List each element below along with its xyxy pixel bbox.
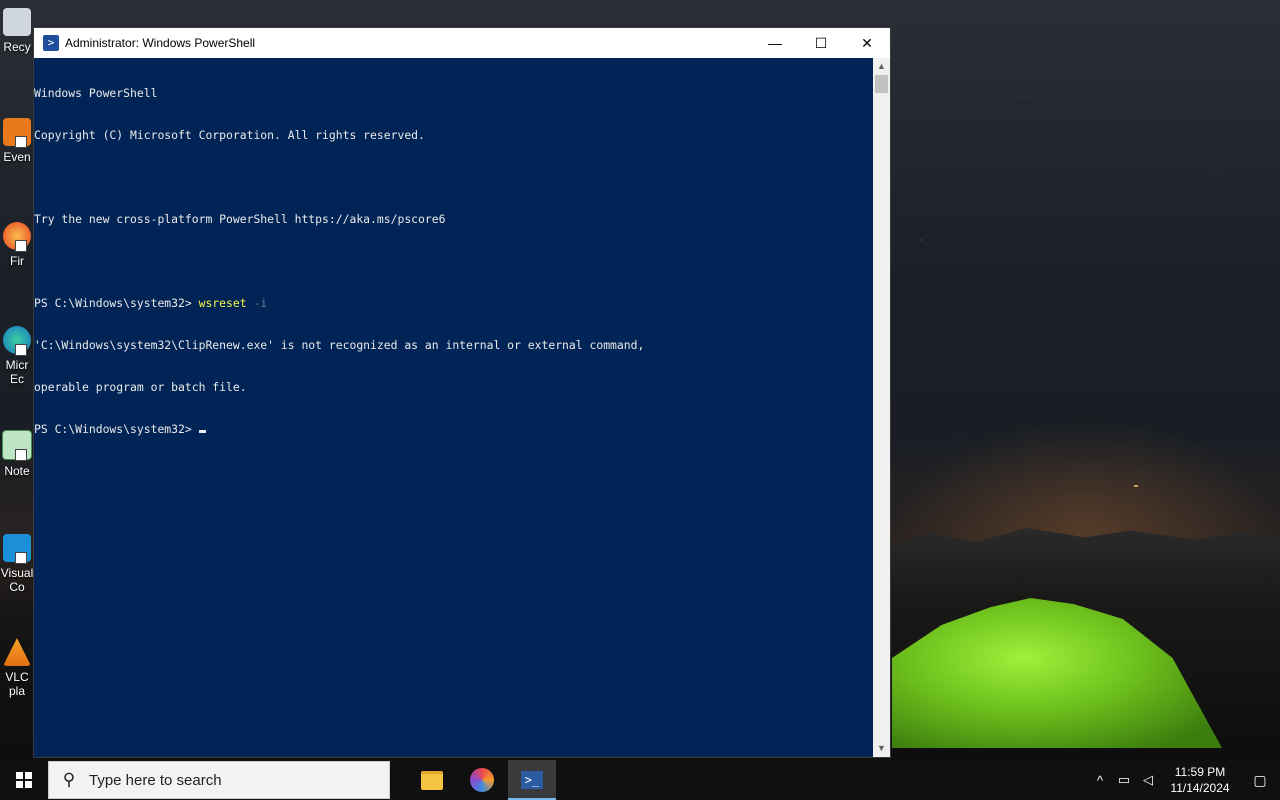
maximize-button[interactable]: ☐ <box>798 28 844 58</box>
wallpaper-meteor <box>1134 485 1138 487</box>
desktop-icon-recycle-bin[interactable]: Recy <box>0 8 34 54</box>
taskbar-copilot[interactable] <box>458 760 506 800</box>
event-shortcut-icon <box>3 118 31 148</box>
windows-logo-icon <box>16 772 32 788</box>
console-line: Try the new cross-platform PowerShell ht… <box>34 212 446 226</box>
scroll-down-arrow-icon[interactable]: ▼ <box>873 740 890 757</box>
start-button[interactable] <box>0 760 48 800</box>
desktop-icon-label: Micr Ec <box>5 358 29 386</box>
desktop-icon-label: Fir <box>10 254 24 268</box>
console-input-line[interactable]: PS C:\Windows\system32> <box>34 422 873 436</box>
taskbar-powershell[interactable]: >_ <box>508 760 556 800</box>
vertical-scrollbar[interactable]: ▲ ▼ <box>873 58 890 757</box>
powershell-icon: > <box>43 35 59 51</box>
console-line: operable program or batch file. <box>34 380 247 394</box>
search-input[interactable]: ⚲ Type here to search <box>48 761 390 799</box>
console-prompt: PS C:\Windows\system32> <box>34 422 199 436</box>
console-line: Copyright (C) Microsoft Corporation. All… <box>34 128 425 142</box>
console-line: Windows PowerShell <box>34 86 158 100</box>
desktop-icon-notepad[interactable]: Note <box>0 430 34 478</box>
desktop-icon-firefox[interactable]: Fir <box>0 222 34 268</box>
desktop-icon-vscode[interactable]: Visual Co <box>0 534 34 594</box>
desktop-icon-label: Visual Co <box>0 566 34 594</box>
scrollbar-thumb[interactable] <box>875 75 888 93</box>
desktop-icon-label: VLC pla <box>5 670 29 698</box>
desktop-icon-vlc[interactable]: VLC pla <box>0 638 34 698</box>
desktop-icon-label: Even <box>3 150 31 164</box>
console-line: 'C:\Windows\system32\ClipRenew.exe' is n… <box>34 338 645 352</box>
desktop-icon-event[interactable]: Even <box>0 118 34 164</box>
taskbar-file-explorer[interactable] <box>408 760 456 800</box>
clock[interactable]: 11:59 PM 11/14/2024 <box>1164 764 1236 796</box>
console-output[interactable]: Windows PowerShell Copyright (C) Microso… <box>34 58 873 757</box>
powershell-icon: >_ <box>521 771 543 789</box>
close-button[interactable]: ✕ <box>844 28 890 58</box>
desktop-icon-edge[interactable]: Micr Ec <box>0 326 34 386</box>
system-tray: ^ ▭ ◁ 11:59 PM 11/14/2024 ▢ <box>1088 760 1280 800</box>
vscode-icon <box>3 534 31 564</box>
window-title: Administrator: Windows PowerShell <box>65 36 256 50</box>
text-cursor <box>198 430 206 433</box>
window-controls: — ☐ ✕ <box>752 28 890 58</box>
copilot-icon <box>470 768 494 792</box>
window-titlebar[interactable]: > Administrator: Windows PowerShell — ☐ … <box>34 28 890 58</box>
scroll-up-arrow-icon[interactable]: ▲ <box>873 58 890 75</box>
desktop-icon-label: Note <box>4 464 30 478</box>
network-icon[interactable]: ▭ <box>1112 772 1136 788</box>
desktop-icon-label: Recy <box>3 40 31 54</box>
clock-time: 11:59 PM <box>1174 765 1226 779</box>
vlc-icon <box>3 638 31 666</box>
search-icon: ⚲ <box>62 770 76 789</box>
powershell-window[interactable]: > Administrator: Windows PowerShell — ☐ … <box>33 27 891 758</box>
minimize-button[interactable]: — <box>752 28 798 58</box>
volume-muted-icon[interactable]: ◁ <box>1136 772 1160 788</box>
chevron-up-icon[interactable]: ^ <box>1088 773 1112 788</box>
console-command-line: PS C:\Windows\system32> wsreset -i <box>34 296 873 310</box>
clock-date: 11/14/2024 <box>1170 781 1230 795</box>
console-argument: -i <box>253 296 268 310</box>
notification-icon[interactable]: ▢ <box>1240 772 1280 789</box>
search-placeholder: Type here to search <box>89 771 222 789</box>
notepad-icon <box>2 430 32 461</box>
folder-icon <box>421 770 443 790</box>
recycle-bin-icon <box>3 8 31 36</box>
edge-icon <box>3 326 31 356</box>
console-command: wsreset <box>198 296 247 310</box>
console-prompt: PS C:\Windows\system32> <box>34 296 199 310</box>
taskbar: ⚲ Type here to search >_ ^ ▭ ◁ 11:59 PM … <box>0 760 1280 800</box>
firefox-icon <box>3 222 31 252</box>
